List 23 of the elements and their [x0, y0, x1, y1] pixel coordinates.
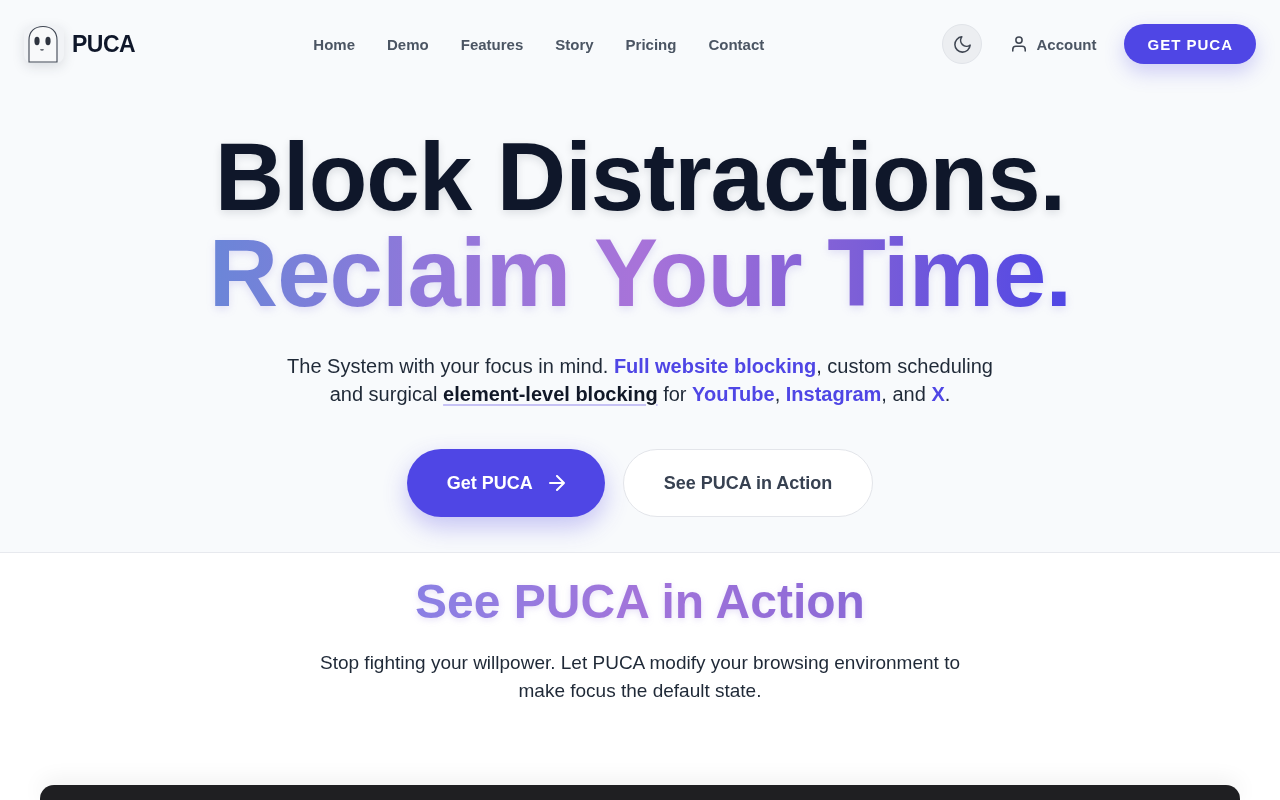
arrow-right-icon	[548, 475, 565, 491]
ghost-logo-icon	[24, 25, 64, 63]
nav-link[interactable]: Features	[460, 35, 524, 53]
section-description: Stop fighting your willpower. Let PUCA modify your browsing environment to make focus the default state.	[319, 651, 961, 703]
text-link[interactable]: Instagram	[785, 383, 882, 405]
text-link[interactable]: Full website blocking	[613, 355, 817, 377]
moon-icon	[953, 35, 971, 53]
person-icon	[1012, 36, 1027, 52]
hero-description: The System with your focus in mind. Full website blocking, custom scheduling and surgical element-level blocking for YouTube, Instagram, and X.	[286, 354, 994, 407]
nav-link[interactable]: Contact	[708, 35, 765, 53]
see-in-action-button[interactable]: See PUCA in Action	[622, 449, 874, 517]
brand-name[interactable]: PUCA	[72, 30, 136, 58]
nav-link[interactable]: Pricing	[625, 35, 677, 53]
nav-link[interactable]: Story	[555, 35, 594, 53]
text-link[interactable]: X	[931, 383, 945, 405]
get-puca-button[interactable]: GET PUCA	[1124, 24, 1256, 64]
nav-link[interactable]: Demo	[387, 35, 429, 53]
account-link[interactable]: Account	[1012, 35, 1097, 53]
text-link[interactable]: YouTube	[692, 383, 775, 405]
headline: Block Distractions.	[214, 129, 1066, 225]
get-puca-button[interactable]: Get PUCA	[406, 449, 605, 517]
nav-link[interactable]: Home	[313, 35, 356, 53]
theme-toggle-button[interactable]	[942, 24, 983, 64]
